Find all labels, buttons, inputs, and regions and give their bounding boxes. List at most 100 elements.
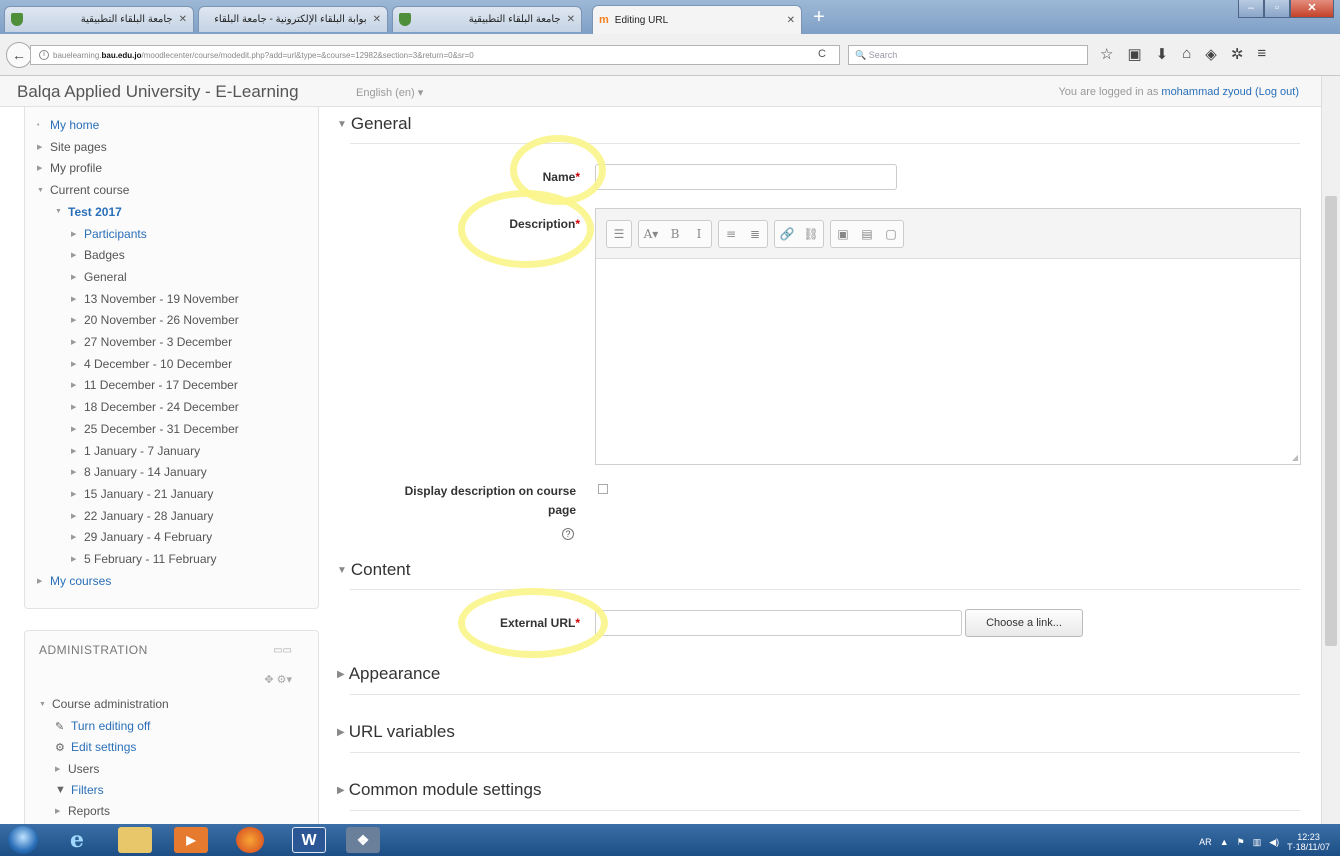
italic-icon[interactable]: I	[687, 221, 711, 247]
bold-icon[interactable]: B	[663, 221, 687, 247]
window-close-button[interactable]: ✕	[1290, 0, 1334, 18]
sidebar-item[interactable]: ▶ General	[71, 270, 127, 284]
media-player-icon[interactable]: ▶	[174, 827, 208, 853]
sidebar-item[interactable]: ▶ My profile	[37, 161, 102, 175]
admin-item-course-administration[interactable]: ▼ Course administration	[39, 697, 169, 711]
login-info: You are logged in as mohammad zyoud (Log…	[1058, 86, 1299, 98]
admin-item-reports[interactable]: ▶ Reports	[55, 804, 110, 818]
info-icon[interactable]: i	[39, 50, 49, 60]
firefox-icon[interactable]	[236, 827, 264, 853]
sidebar-item[interactable]: ▶ 4 December - 10 December	[71, 357, 232, 371]
bullet-list-icon[interactable]: ≡	[719, 221, 743, 247]
sidebar-item[interactable]: ▶ 8 January - 14 January	[71, 465, 207, 479]
tab-title: جامعة البلقاء التطبيقية	[80, 14, 173, 25]
page-scrollbar[interactable]	[1321, 76, 1340, 824]
dock-icon[interactable]: ▭▭	[273, 645, 292, 656]
new-tab-button[interactable]: +	[807, 6, 831, 30]
image-icon[interactable]: ▣	[831, 221, 855, 247]
link-icon[interactable]: 🔗	[775, 221, 799, 247]
internet-explorer-icon[interactable]: e	[60, 827, 94, 853]
unlink-icon[interactable]: ⛓	[799, 221, 823, 247]
section-appearance[interactable]: ▶ Appearance	[337, 664, 440, 684]
minimize-button[interactable]: –	[1238, 0, 1264, 18]
pocket-icon[interactable]: ◈	[1205, 45, 1217, 63]
block-actions[interactable]: ✥ ⚙▾	[264, 673, 292, 686]
media-icon[interactable]: ▤	[855, 221, 879, 247]
file-icon[interactable]: ▢	[879, 221, 903, 247]
home-icon[interactable]: ⌂	[1182, 45, 1191, 63]
browser-tab-3[interactable]: جامعة البلقاء التطبيقية ✕	[392, 6, 582, 32]
display-description-checkbox[interactable]	[598, 484, 608, 494]
menu-icon[interactable]: ≡	[1257, 45, 1266, 63]
sidebar-item[interactable]: ▼ Test 2017	[55, 205, 122, 219]
search-input[interactable]: 🔍 Search	[848, 45, 1088, 65]
network-icon[interactable]: ▥	[1253, 837, 1262, 848]
maximize-button[interactable]: ▫	[1264, 0, 1290, 18]
external-url-input[interactable]	[595, 610, 962, 636]
sidebar-item[interactable]: ▶ 29 January - 4 February	[71, 530, 212, 544]
close-icon[interactable]: ✕	[179, 14, 187, 25]
section-common-module-settings[interactable]: ▶ Common module settings	[337, 780, 541, 800]
file-explorer-icon[interactable]	[118, 827, 152, 853]
sidebar-item[interactable]: ▶ 22 January - 28 January	[71, 509, 213, 523]
browser-tab-1[interactable]: جامعة البلقاء التطبيقية ✕	[4, 6, 194, 32]
format-icon[interactable]: ☰	[607, 221, 631, 247]
extension-icon[interactable]: ✲	[1231, 45, 1244, 63]
section-title: Content	[350, 560, 411, 579]
app-icon[interactable]: ❖	[346, 827, 380, 853]
resize-handle[interactable]: ◢	[1292, 453, 1298, 462]
start-button[interactable]	[8, 826, 38, 854]
collapsed-icon: ▶	[71, 317, 77, 325]
sidebar-item[interactable]: ▶ Site pages	[37, 140, 107, 154]
sidebar-item[interactable]: ▶ 13 November - 19 November	[71, 292, 239, 306]
sidebar-item[interactable]: ▶ Participants	[71, 227, 147, 241]
logout-link[interactable]: (Log out)	[1255, 86, 1299, 98]
help-icon[interactable]: ?	[562, 528, 574, 540]
volume-icon[interactable]: ◀)	[1269, 837, 1279, 848]
sidebar-item[interactable]: ▶ 27 November - 3 December	[71, 335, 232, 349]
admin-item-edit-settings[interactable]: ⚙ Edit settings	[55, 740, 136, 754]
sidebar-item[interactable]: ▶ Badges	[71, 248, 125, 262]
download-icon[interactable]: ⬇	[1156, 45, 1169, 63]
admin-item-users[interactable]: ▶ Users	[55, 762, 99, 776]
close-icon[interactable]: ✕	[373, 14, 381, 25]
sidebar-item[interactable]: ▼ Current course	[37, 183, 129, 197]
close-icon[interactable]: ✕	[567, 14, 575, 25]
section-url-variables[interactable]: ▶ URL variables	[337, 722, 455, 742]
browser-tab-2[interactable]: بوابة البلقاء الإلكترونية - جامعة البلقا…	[198, 6, 388, 32]
sidebar-item[interactable]: ▶ 25 December - 31 December	[71, 422, 239, 436]
bookmark-star-icon[interactable]: ☆	[1100, 45, 1113, 63]
sidebar-item[interactable]: ▶ 1 January - 7 January	[71, 444, 200, 458]
reload-icon[interactable]: C	[818, 48, 826, 60]
close-icon[interactable]: ✕	[787, 15, 795, 26]
site-name[interactable]: Balqa Applied University - E-Learning	[17, 82, 299, 102]
language-indicator[interactable]: AR	[1199, 837, 1212, 847]
admin-item-filters[interactable]: ▼ Filters	[55, 783, 104, 797]
font-style-icon[interactable]: A▾	[639, 221, 663, 247]
description-editor[interactable]: ☰ A▾ B I ≡ ≣ 🔗 ⛓ ▣ ▤ ▢ ◢	[595, 208, 1301, 465]
flag-icon[interactable]: ⚑	[1237, 837, 1245, 848]
sidebar-item[interactable]: • My home	[37, 118, 99, 132]
scrollbar-thumb[interactable]	[1325, 196, 1337, 646]
sidebar-item[interactable]: ▶ 11 December - 17 December	[71, 378, 238, 392]
section-content[interactable]: ▼ Content	[337, 560, 410, 580]
tray-expand-icon[interactable]: ▲	[1220, 837, 1229, 847]
address-bar[interactable]: i bauelearning. bau.edu.jo/moodlecenter/c…	[30, 45, 840, 65]
name-input[interactable]	[595, 164, 897, 190]
clock[interactable]: 12:23 T·18/11/07	[1287, 832, 1330, 852]
language-menu[interactable]: English (en) ▾	[356, 86, 423, 99]
word-icon[interactable]: W	[292, 827, 326, 853]
browser-tab-active[interactable]: m Editing URL ✕	[592, 5, 802, 34]
sidebar-item[interactable]: ▶ My courses	[37, 574, 111, 588]
sidebar-item[interactable]: ▶ 20 November - 26 November	[71, 313, 239, 327]
section-general[interactable]: ▼ General	[337, 114, 411, 134]
bookmarks-list-icon[interactable]: ▣	[1127, 45, 1141, 63]
sidebar-item[interactable]: ▶ 5 February - 11 February	[71, 552, 217, 566]
back-button[interactable]: ←	[6, 42, 32, 68]
admin-item-turn-editing-off[interactable]: ✎ Turn editing off	[55, 719, 150, 733]
user-profile-link[interactable]: mohammad zyoud	[1161, 86, 1252, 98]
numbered-list-icon[interactable]: ≣	[743, 221, 767, 247]
choose-link-button[interactable]: Choose a link...	[965, 609, 1083, 637]
sidebar-item[interactable]: ▶ 15 January - 21 January	[71, 487, 213, 501]
sidebar-item[interactable]: ▶ 18 December - 24 December	[71, 400, 239, 414]
